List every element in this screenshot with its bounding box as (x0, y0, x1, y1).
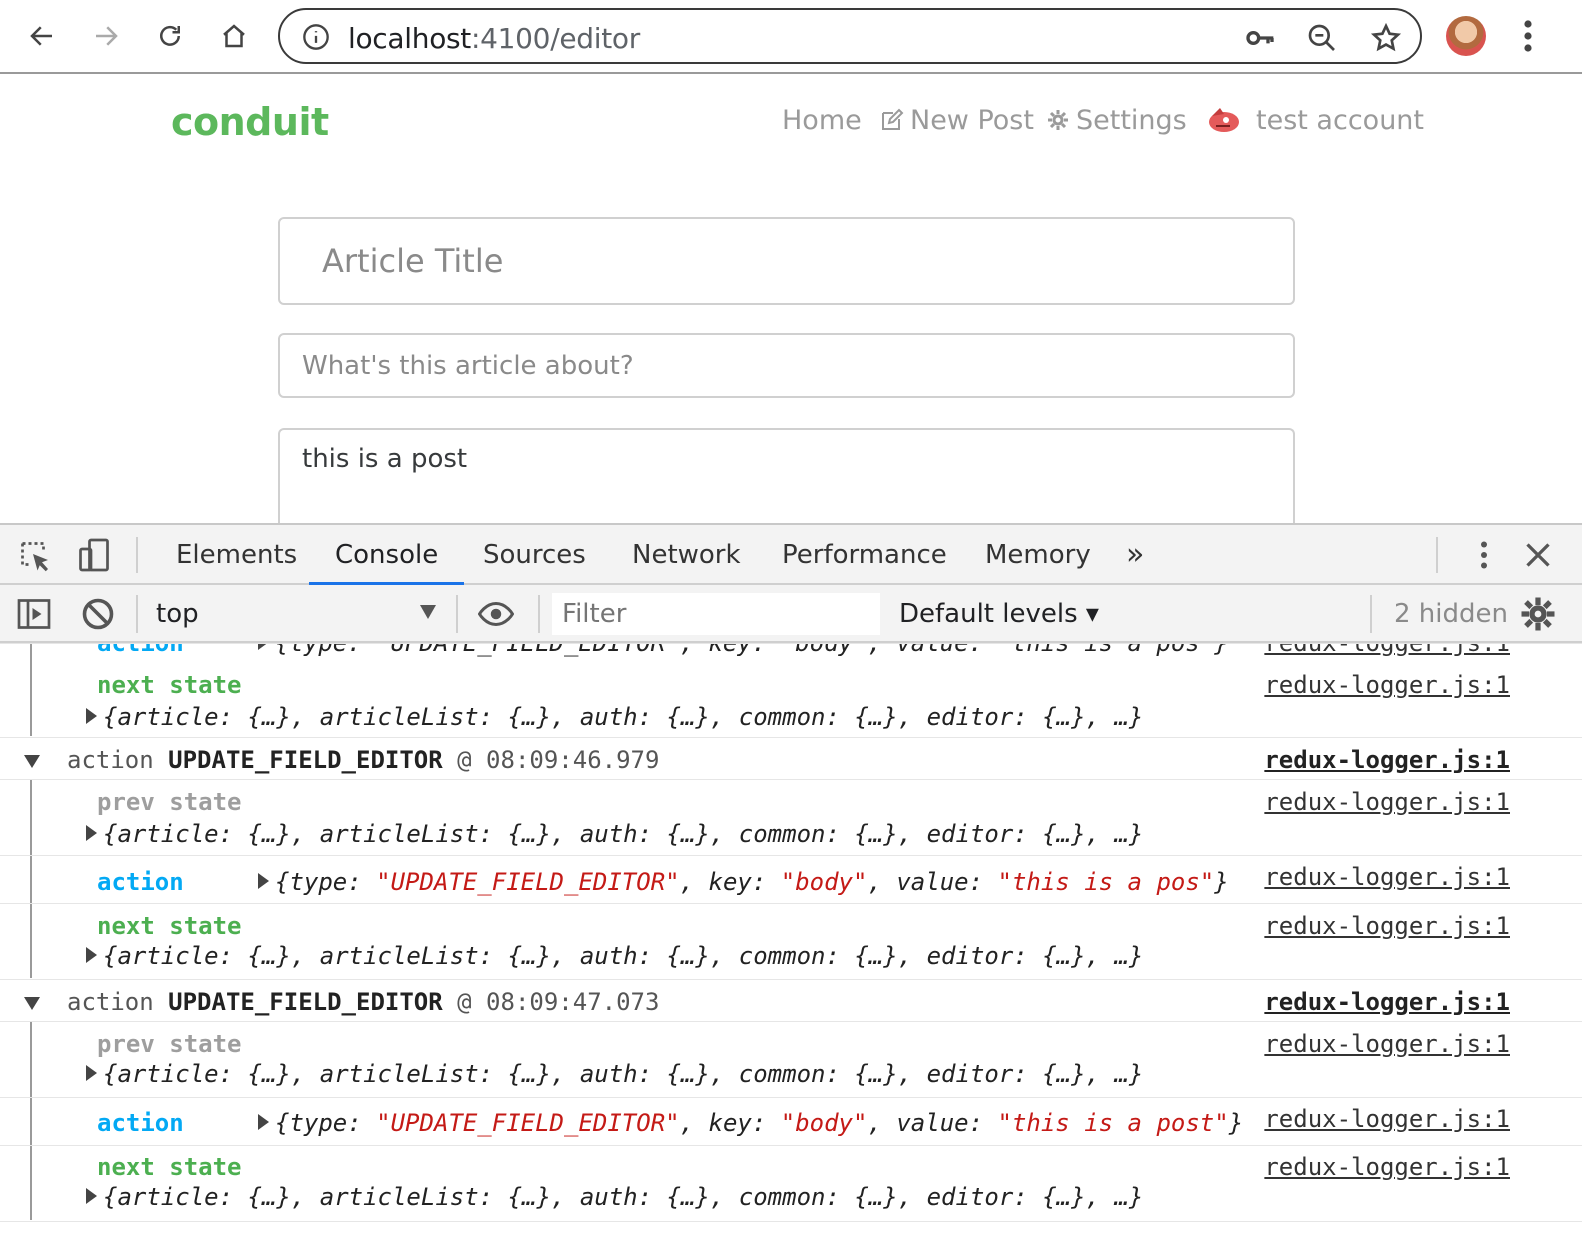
browser-menu-icon[interactable] (1518, 18, 1538, 54)
toolbar-separator (1370, 595, 1372, 633)
toolbar-separator (538, 595, 540, 633)
tab-network[interactable]: Network (632, 525, 741, 585)
devtools-menu-icon[interactable] (1466, 537, 1502, 573)
url-host: localhost (348, 22, 471, 55)
article-body-textarea[interactable]: this is a post (278, 428, 1295, 538)
info-icon (303, 24, 329, 50)
article-description-placeholder: What's this article about? (302, 351, 634, 381)
nav-home-label: Home (782, 104, 862, 136)
nav-new-post[interactable]: New Post (880, 102, 1034, 138)
console-settings-gear-icon[interactable] (1520, 596, 1556, 632)
article-body-value: this is a post (302, 444, 468, 474)
article-title-input[interactable]: Article Title (278, 217, 1295, 305)
star-icon[interactable] (1370, 22, 1402, 54)
forward-button[interactable] (84, 14, 128, 58)
log-entry-next-state (0, 1146, 1582, 1222)
nav-user-label: test account (1256, 104, 1424, 136)
tab-performance[interactable]: Performance (782, 525, 947, 585)
home-icon (223, 24, 245, 48)
eye-icon[interactable] (478, 596, 514, 632)
device-toolbar-icon[interactable] (76, 537, 112, 573)
hidden-messages-count: 2 hidden (1394, 599, 1508, 629)
console-filter-input[interactable] (552, 593, 880, 635)
tab-memory[interactable]: Memory (985, 525, 1091, 585)
reload-button[interactable] (148, 14, 192, 58)
url-text: localhost:4100/editor (348, 22, 640, 55)
article-title-placeholder: Article Title (322, 242, 504, 280)
log-levels-dropdown[interactable]: Default levels ▾ (899, 599, 1099, 629)
nav-home[interactable]: Home (782, 102, 862, 138)
user-avatar-icon (1209, 108, 1239, 132)
conduit-page: conduit Home New Post Settings test acco… (0, 74, 1582, 538)
devtools-tabbar: Elements Console Sources Network Perform… (0, 525, 1582, 585)
back-button[interactable] (20, 14, 64, 58)
home-button[interactable] (212, 14, 256, 58)
nav-new-post-label: New Post (910, 104, 1034, 136)
article-description-input[interactable]: What's this article about? (278, 333, 1295, 398)
sidebar-toggle-icon[interactable] (16, 596, 52, 632)
profile-avatar[interactable] (1446, 16, 1486, 56)
arrow-right-icon (96, 26, 118, 46)
inspect-element-icon[interactable] (18, 539, 54, 575)
log-entry-prev-state (0, 1022, 1582, 1098)
log-entry-action (0, 856, 1582, 904)
log-levels-label: Default levels (899, 599, 1078, 629)
toolbar-separator (136, 595, 138, 633)
zoom-icon[interactable] (1306, 22, 1338, 54)
console-toolbar: top Default levels ▾ 2 hidden (0, 585, 1582, 643)
log-entry-group-header (0, 980, 1582, 1022)
tab-sources[interactable]: Sources (483, 525, 586, 585)
log-entry-next-state (0, 904, 1582, 980)
brand-logo[interactable]: conduit (171, 100, 329, 144)
console-log: action {type: "UPDATE_FIELD_EDITOR", key… (0, 643, 1582, 1238)
url-path: :4100/editor (471, 22, 640, 55)
address-bar[interactable]: localhost:4100/editor (278, 8, 1422, 64)
nav-settings-label: Settings (1076, 104, 1187, 136)
tab-separator (136, 537, 138, 573)
arrow-left-icon (30, 26, 52, 46)
log-entry-action (0, 1098, 1582, 1146)
log-entry-prev-state (0, 780, 1582, 856)
log-entry-group-header (0, 738, 1582, 780)
close-icon[interactable] (1520, 537, 1556, 573)
log-entry-next-state (0, 643, 1582, 738)
toolbar-separator (456, 595, 458, 633)
browser-toolbar: localhost:4100/editor (0, 0, 1582, 74)
key-icon[interactable] (1244, 22, 1276, 54)
nav-settings[interactable]: Settings (1046, 102, 1187, 138)
context-dropdown-arrow[interactable] (420, 605, 436, 619)
context-selector[interactable]: top (156, 599, 199, 629)
tab-separator (1436, 537, 1438, 573)
nav-profile[interactable]: test account (1206, 102, 1424, 138)
devtools-panel: Elements Console Sources Network Perform… (0, 523, 1582, 1236)
more-tabs-button[interactable]: » (1126, 525, 1144, 585)
compose-icon (882, 108, 904, 130)
clear-console-icon[interactable] (80, 596, 116, 632)
reload-icon (160, 25, 180, 46)
gear-icon (1048, 110, 1068, 130)
tab-elements[interactable]: Elements (176, 525, 297, 585)
tab-console[interactable]: Console (308, 525, 465, 585)
